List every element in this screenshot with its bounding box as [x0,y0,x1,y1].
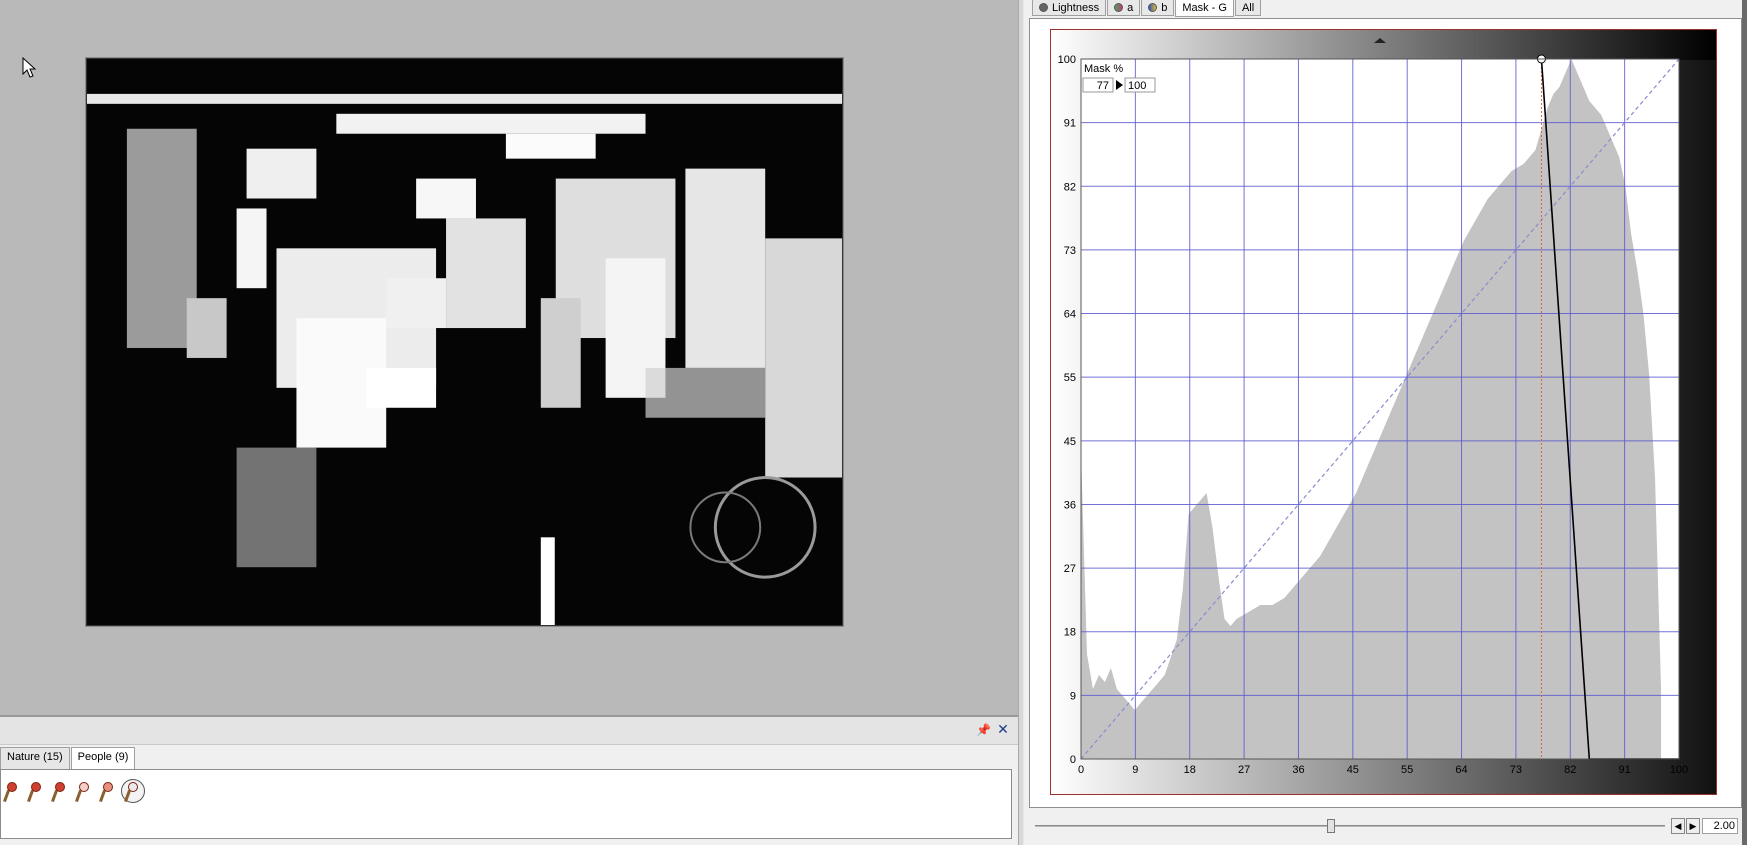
brush-preset-2[interactable] [25,780,43,803]
zoom-bar: ◀ ▶ 2.00 [1029,815,1742,837]
x-tick-label: 82 [1564,764,1576,776]
tab-b[interactable]: b [1141,0,1175,16]
x-tick-label: 27 [1238,764,1250,776]
brush-preset-1[interactable] [1,780,19,803]
readout-output-value: 100 [1128,80,1146,92]
y-tick-label: 0 [1070,754,1076,766]
tab-mask-g[interactable]: Mask - G [1175,0,1234,17]
curves-panel: Lightness a b Mask - G All 0 9 18 27 36 … [1024,0,1747,845]
curve-chart[interactable]: 0 9 18 27 36 45 55 64 73 82 91 100 0 9 18 27 36 45 55 64 73 8… [1051,30,1716,794]
a-channel-icon [1114,3,1124,12]
brush-preset-4[interactable] [73,780,91,803]
y-tick-label: 100 [1058,54,1076,66]
brush-preset-3[interactable] [49,780,67,803]
b-channel-icon [1148,3,1158,12]
brush-panel: 📌 ✕ Nature (15) People (9) [0,715,1018,845]
zoom-slider-thumb[interactable] [1327,819,1335,833]
x-tick-label: 36 [1292,764,1304,776]
tab-label: All [1241,1,1255,14]
x-tick-label: 55 [1401,764,1413,776]
curve-editor: 0 9 18 27 36 45 55 64 73 82 91 100 0 9 18 27 36 45 55 64 73 8… [1029,18,1742,808]
brush-row [1,778,145,804]
x-tick-label: 91 [1619,764,1631,776]
app-window: 📌 ✕ Nature (15) People (9) Lightness a b… [0,0,1747,845]
tab-label: Mask - G [1182,2,1227,14]
brush-list [0,769,1012,839]
y-tick-label: 36 [1064,499,1076,511]
panel-scrollbar[interactable] [1742,0,1747,845]
panel-tabs: Nature (15) People (9) [0,747,136,770]
readout-input-value: 77 [1097,80,1109,92]
photo-image [87,59,842,625]
y-tick-label: 18 [1064,627,1076,639]
y-tick-label: 45 [1064,436,1076,448]
tab-lightness[interactable]: Lightness [1032,0,1107,16]
tab-label: a [1127,1,1134,14]
top-gradient-strip [1051,30,1716,60]
y-tick-label: 82 [1064,181,1076,193]
y-tick-label: 91 [1064,118,1076,130]
panel-titlebar: 📌 ✕ [0,717,1018,745]
y-tick-label: 27 [1064,563,1076,575]
y-tick-label: 9 [1070,690,1076,702]
image-viewer[interactable] [0,0,1018,715]
zoom-value-field[interactable]: 2.00 [1702,818,1738,834]
brush-preset-selected[interactable] [121,779,145,803]
readout-label: Mask % [1084,63,1123,75]
zoom-decrease-button[interactable]: ◀ [1671,818,1685,834]
y-tick-label: 55 [1064,372,1076,384]
lightness-icon [1039,3,1048,12]
brush-preset-5[interactable] [97,780,115,803]
y-tick-label: 73 [1064,245,1076,257]
close-icon[interactable]: ✕ [996,722,1010,736]
tab-nature[interactable]: Nature (15) [0,747,70,769]
x-tick-label: 18 [1184,764,1196,776]
x-tick-label: 9 [1132,764,1138,776]
tab-all[interactable]: All [1234,0,1262,16]
pin-icon[interactable]: 📌 [976,723,991,737]
tab-label: b [1161,1,1168,14]
tab-label: Lightness [1052,1,1100,14]
photo-preview[interactable] [86,58,843,626]
zoom-increase-button[interactable]: ▶ [1686,818,1700,834]
zoom-slider-track[interactable] [1035,825,1665,827]
x-tick-label: 64 [1455,764,1467,776]
tab-people[interactable]: People (9) [70,747,136,770]
y-tick-label: 64 [1064,309,1076,321]
curve-canvas[interactable]: 0 9 18 27 36 45 55 64 73 82 91 100 0 9 18 27 36 45 55 64 73 8… [1050,29,1717,795]
tab-a[interactable]: a [1107,0,1141,16]
mouse-cursor-icon [22,57,37,78]
curve-tabs: Lightness a b Mask - G All [1032,0,1262,17]
x-tick-label: 73 [1510,764,1522,776]
x-tick-label: 100 [1670,764,1688,776]
x-tick-label: 0 [1078,764,1084,776]
x-tick-label: 45 [1347,764,1359,776]
